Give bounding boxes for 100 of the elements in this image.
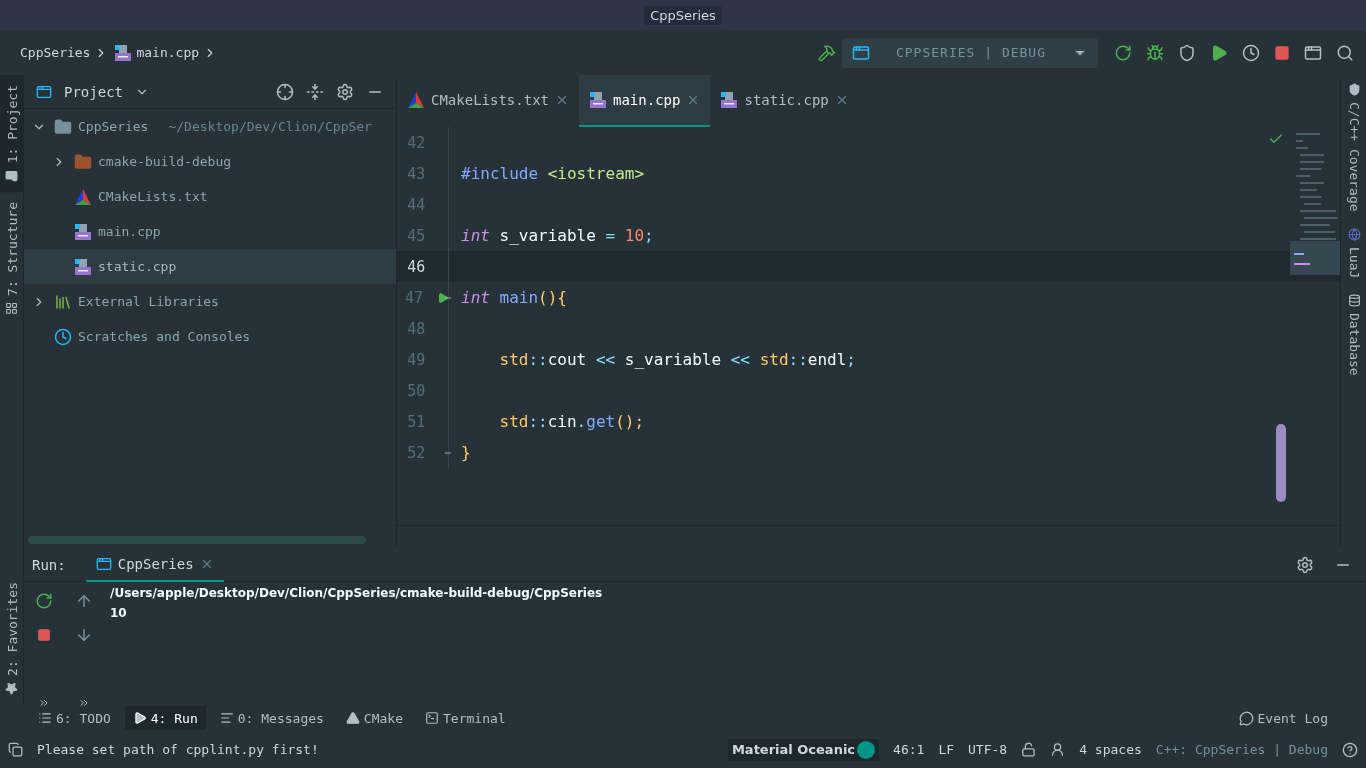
tree-item[interactable]: CppSeries ~/Desktop/Dev/Clion/CppSer: [24, 109, 396, 144]
line-number: 52: [406, 443, 426, 462]
help-icon[interactable]: [1342, 741, 1358, 758]
settings-icon[interactable]: [336, 82, 354, 101]
stop-icon[interactable]: [37, 628, 51, 642]
theme-dot: [857, 740, 876, 759]
line-number: 42: [406, 133, 426, 152]
scrollbar[interactable]: [28, 536, 366, 544]
collapse-icon[interactable]: [306, 82, 324, 101]
tree-item-label: main.cpp: [98, 224, 161, 239]
tool-tab[interactable]: CMake: [337, 706, 411, 730]
folder-icon: [74, 152, 92, 171]
window-icon: [852, 43, 870, 62]
line-number: 49: [406, 350, 426, 369]
run-label: Run:: [32, 556, 66, 573]
tool-window-tab[interactable]: Database: [1341, 285, 1366, 384]
stop-icon[interactable]: [1274, 44, 1290, 61]
database-icon: [1347, 293, 1361, 307]
breadcrumb-item[interactable]: CppSeries: [20, 45, 91, 60]
code-text: std::cout << s_variable << std::endl;: [498, 350, 856, 369]
breadcrumb-item[interactable]: main.cpp: [136, 45, 200, 60]
tree-item[interactable]: main.cpp: [24, 214, 396, 249]
shield-icon: [1347, 83, 1361, 96]
hammer-icon[interactable]: [818, 43, 836, 62]
tool-tab[interactable]: 6: TODO: [30, 706, 119, 730]
folder-icon: [5, 169, 19, 183]
tool-window-tab[interactable]: 2: Favorites: [0, 572, 24, 705]
window-icon: [95, 555, 112, 572]
line-ending[interactable]: LF: [938, 742, 955, 757]
cpp-file-icon: [74, 222, 92, 241]
editor-tab[interactable]: main.cpp: [579, 75, 711, 127]
scrollbar-thumb[interactable]: [1276, 424, 1286, 502]
tree-item[interactable]: External Libraries: [24, 284, 396, 319]
console-output: /Users/apple/Desktop/Dev/Clion/CppSeries/cmake-build-debug/CppSeries: [110, 586, 603, 600]
theme-indicator[interactable]: Material Oceanic: [727, 738, 880, 761]
clock-icon[interactable]: [1242, 43, 1260, 62]
tree-item[interactable]: Scratches and Consoles: [24, 319, 396, 354]
shield-icon[interactable]: [1178, 43, 1196, 62]
tree-item[interactable]: cmake-build-debug: [24, 144, 396, 179]
structure-icon: [5, 302, 19, 316]
terminal-window-icon[interactable]: [1304, 43, 1322, 62]
tool-tab[interactable]: Terminal: [417, 706, 514, 730]
line-number: 48: [406, 319, 426, 338]
run-gutter-icon[interactable]: [437, 291, 450, 304]
globe-icon: [1347, 227, 1361, 241]
cursor-position[interactable]: 46:1: [893, 742, 925, 757]
more-icon[interactable]: [78, 697, 90, 709]
speech-bubble-icon: [1238, 710, 1254, 726]
tree-item-label: cmake-build-debug: [98, 154, 232, 169]
tree-item[interactable]: CMakeLists.txt: [24, 179, 396, 214]
down-arrow-icon[interactable]: [75, 626, 93, 644]
editor-tab[interactable]: static.cpp: [710, 75, 859, 127]
triangle-icon: [345, 711, 360, 725]
line-number: 47: [405, 288, 424, 307]
panel-title[interactable]: Project: [64, 83, 123, 100]
triangle-logo-icon: [407, 91, 425, 109]
editor-tab[interactable]: CMakeLists.txt: [397, 75, 579, 127]
play-icon[interactable]: [1210, 43, 1228, 62]
line-number: 45: [406, 226, 426, 245]
code-text: int main(){: [460, 288, 567, 307]
inspector-icon[interactable]: [1050, 742, 1066, 757]
tree-item-label: External Libraries: [78, 294, 219, 309]
tool-window-tab[interactable]: 7: Structure: [0, 192, 24, 326]
window-toggle-icon[interactable]: [8, 742, 23, 757]
play-icon: [132, 711, 147, 725]
tree-item[interactable]: static.cpp: [24, 249, 396, 284]
project-path: ~/Desktop/Dev/Clion/CppSer: [168, 119, 372, 134]
terminal-icon: [425, 711, 439, 725]
tool-window-tab[interactable]: C/C++ Coverage: [1341, 75, 1366, 220]
tool-tab[interactable]: 4: Run: [124, 706, 206, 730]
messages-icon: [219, 711, 234, 725]
bug-icon[interactable]: [1146, 43, 1164, 62]
event-log-tab[interactable]: Event Log: [1230, 706, 1336, 730]
run-tab[interactable]: CppSeries: [85, 547, 224, 582]
rerun-icon[interactable]: [1114, 43, 1132, 62]
cpp-file-icon: [720, 91, 739, 109]
file-encoding[interactable]: UTF-8: [968, 742, 1008, 757]
code-text: std::cin.get();: [498, 412, 645, 431]
settings-icon[interactable]: [1296, 555, 1314, 574]
tool-window-tab[interactable]: LuaJ: [1341, 219, 1366, 286]
search-icon[interactable]: [1336, 43, 1354, 62]
context-setting[interactable]: C++: CppSeries | Debug: [1155, 742, 1328, 757]
rerun-icon[interactable]: [35, 592, 53, 610]
window-icon: [36, 83, 52, 100]
scratches-icon: [54, 327, 72, 346]
indent-setting[interactable]: 4 spaces: [1079, 742, 1142, 757]
more-icon[interactable]: [38, 697, 50, 709]
code-text: }: [460, 443, 471, 462]
tool-window-tab[interactable]: 1: Project: [0, 75, 24, 193]
line-number: 43: [406, 164, 426, 183]
unlock-icon[interactable]: [1021, 742, 1037, 757]
cpp-file-icon: [114, 43, 133, 62]
window-title: CppSeries: [644, 5, 722, 25]
crosshair-icon[interactable]: [276, 82, 294, 101]
cpp-file-icon: [589, 91, 607, 109]
close-icon[interactable]: [555, 93, 569, 107]
line-number: 51: [406, 412, 426, 431]
tool-tab[interactable]: 0: Messages: [211, 706, 332, 730]
code-text: #include <iostream>: [460, 164, 645, 183]
line-number: 46: [406, 257, 426, 276]
